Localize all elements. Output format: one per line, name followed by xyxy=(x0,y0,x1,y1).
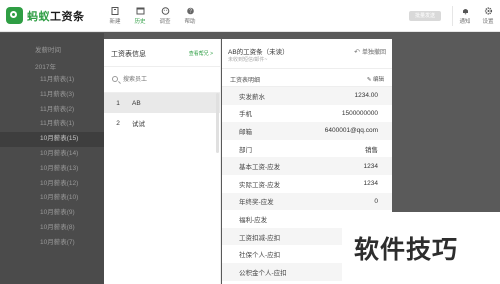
watermark: 软件技巧 xyxy=(342,212,500,284)
employee-row-number: 2 xyxy=(116,119,120,127)
payslip-title: AB的工资条（未读） xyxy=(228,49,289,56)
svg-text:?: ? xyxy=(189,9,192,15)
employee-panel-header: 工资表信息 查看帮兄 > xyxy=(104,39,220,67)
sidebar-item[interactable]: 11月薪表(2) xyxy=(0,103,104,118)
payslip-row: 实际工资-应发 1234 xyxy=(239,180,378,189)
sidebar-header: 发薪时间 xyxy=(35,47,61,54)
payroll-date-sidebar: 发薪时间 2017年 11月薪表(1) 11月薪表(3) 11月薪表(2) 11… xyxy=(0,33,104,284)
new-button[interactable]: 新建 xyxy=(105,7,125,25)
employee-panel: 工资表信息 查看帮兄 > 1 AB 2 试试 xyxy=(104,39,221,284)
gear-icon xyxy=(484,7,492,15)
sidebar-item-selected[interactable]: 10月薪表(15) xyxy=(0,132,104,147)
sidebar-list: 11月薪表(1) 11月薪表(3) 11月薪表(2) 11月薪表(1) 10月薪… xyxy=(0,73,104,251)
employee-row-number: 1 xyxy=(116,99,120,107)
settings-button[interactable]: 设置 xyxy=(478,7,498,25)
bulk-send-button[interactable]: 批量发送 xyxy=(409,11,441,21)
employee-row-selected[interactable]: 1 AB xyxy=(104,93,220,113)
help-icon: ? xyxy=(186,7,194,15)
payslip-header: AB的工资条（未读） 未收到短信/邮件~ ↶ 单独撤回 xyxy=(222,39,392,69)
bell-icon xyxy=(462,9,468,15)
search-icon xyxy=(112,76,118,82)
sidebar-item[interactable]: 10月薪表(10) xyxy=(0,191,104,206)
watermark-text: 软件技巧 xyxy=(354,235,459,264)
sidebar-item[interactable]: 11月薪表(1) xyxy=(0,73,104,88)
employee-scrollbar[interactable] xyxy=(216,93,219,153)
payslip-row: 部门 销售 xyxy=(239,146,378,154)
view-help-link[interactable]: 查看帮兄 > xyxy=(189,50,213,57)
divider xyxy=(452,6,453,26)
top-bar: 蚂蚁工资条 新建 历史 调查 ? 帮助 批量发送 通知 设置 xyxy=(0,0,500,32)
payslip-row: 手机 1500000000 xyxy=(239,109,378,119)
edit-label: 编辑 xyxy=(372,77,384,83)
employee-row-name: AB xyxy=(132,99,141,107)
payslip-section-header: 工资表明细 ✎ 编辑 xyxy=(222,69,392,87)
brand: 蚂蚁工资条 xyxy=(6,7,85,24)
employee-search-input[interactable] xyxy=(123,73,213,87)
withdraw-button[interactable]: ↶ 单独撤回 xyxy=(354,47,386,57)
history-button[interactable]: 历史 xyxy=(130,7,150,25)
smile-icon xyxy=(161,7,169,15)
payslip-row: 基本工资-应发 1234 xyxy=(222,157,392,175)
sidebar-item[interactable]: 10月薪表(8) xyxy=(0,221,104,236)
sidebar-item[interactable]: 10月薪表(9) xyxy=(0,206,104,221)
survey-button[interactable]: 调查 xyxy=(155,7,175,25)
new-file-icon xyxy=(111,7,118,15)
sidebar-year: 2017年 xyxy=(35,64,56,71)
notify-button[interactable]: 通知 xyxy=(455,7,475,25)
brand-name: 蚂蚁工资条 xyxy=(27,10,85,23)
undo-icon: ↶ xyxy=(354,48,360,56)
payslip-row: 年终奖-应发 0 xyxy=(222,192,392,211)
sidebar-item[interactable]: 11月薪表(3) xyxy=(0,88,104,103)
employee-row[interactable]: 2 试试 xyxy=(104,113,220,133)
withdraw-label: 单独撤回 xyxy=(361,50,386,56)
history-icon xyxy=(136,7,144,15)
sidebar-item[interactable]: 10月薪表(7) xyxy=(0,236,104,251)
sidebar-item[interactable]: 10月薪表(13) xyxy=(0,162,104,177)
sidebar-item[interactable]: 10月薪表(14) xyxy=(0,147,104,162)
payslip-row: 邮箱 6400001@qq.com xyxy=(222,122,392,140)
sidebar-item[interactable]: 11月薪表(1) xyxy=(0,117,104,132)
edit-button[interactable]: ✎ 编辑 xyxy=(367,75,384,83)
help-button[interactable]: ? 帮助 xyxy=(180,7,200,25)
brand-logo-icon xyxy=(6,7,23,24)
employee-search xyxy=(104,67,220,93)
sidebar-item[interactable]: 10月薪表(12) xyxy=(0,177,104,192)
payslip-row: 实发薪水 1234.00 xyxy=(222,87,392,105)
employee-panel-title: 工资表信息 xyxy=(111,51,146,58)
payslip-section-title: 工资表明细 xyxy=(230,78,261,84)
payslip-subtitle: 未收到短信/邮件~ xyxy=(228,57,268,63)
employee-row-name: 试试 xyxy=(132,121,145,128)
